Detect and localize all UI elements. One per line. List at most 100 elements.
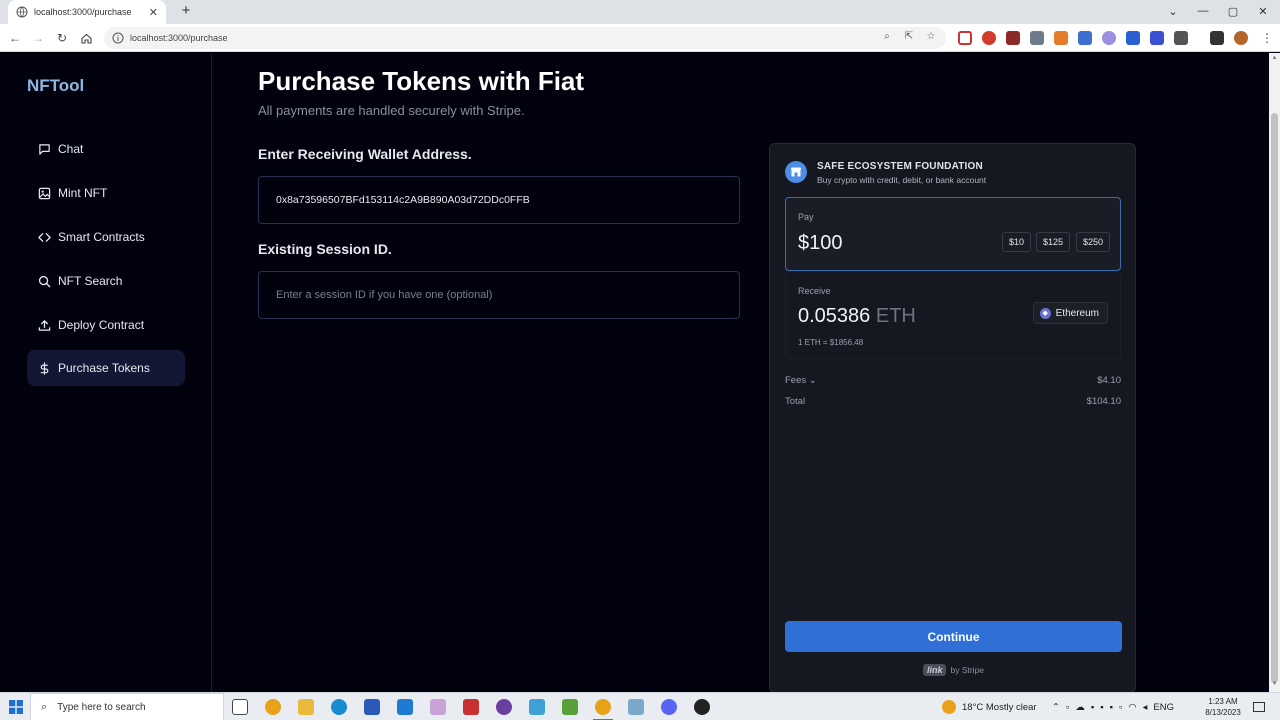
receive-label: Receive (798, 286, 831, 296)
fees-toggle[interactable]: Fees ⌄ (785, 375, 817, 386)
extension-icon[interactable] (958, 31, 972, 45)
more-menu-icon[interactable]: ⋮ (1258, 29, 1276, 47)
extension-icon[interactable] (1030, 31, 1044, 45)
session-id-input[interactable] (276, 289, 716, 301)
windows-start-icon[interactable] (9, 700, 23, 714)
back-icon[interactable]: ← (6, 29, 24, 47)
sidebar-item-deploy-contract[interactable]: Deploy Contract (27, 307, 185, 343)
ethereum-icon: ◆ (1039, 307, 1051, 319)
app-icon[interactable] (628, 699, 644, 715)
share-icon[interactable]: ⇱ (902, 31, 916, 42)
zoom-icon[interactable]: ⌕ (880, 31, 894, 42)
minimize-button[interactable]: — (1192, 2, 1214, 20)
app-icon[interactable] (430, 699, 446, 715)
main-content: Purchase Tokens with Fiat All payments a… (212, 53, 1269, 693)
taskbar-clock[interactable]: 1:23 AM 8/13/2023 (1198, 696, 1248, 718)
close-window-button[interactable]: ✕ (1252, 2, 1274, 20)
profile-avatar[interactable] (1234, 31, 1248, 45)
scroll-down-icon[interactable]: ▼ (1270, 681, 1279, 687)
forward-icon[interactable]: → (29, 29, 47, 47)
home-icon[interactable] (77, 29, 95, 47)
vscode-icon[interactable] (397, 699, 413, 715)
close-tab-icon[interactable]: ✕ (149, 6, 158, 19)
sidebar-item-label: Deploy Contract (58, 318, 145, 332)
word-icon[interactable] (364, 699, 380, 715)
chrome-icon[interactable] (265, 699, 281, 715)
discord-icon[interactable] (661, 699, 677, 715)
wifi-icon[interactable]: ◠ (1128, 702, 1136, 713)
side-panel-icon[interactable] (1210, 31, 1224, 45)
language-indicator[interactable]: ENG (1153, 702, 1174, 713)
pay-amount-box[interactable]: Pay $100 $10 $125 $250 (785, 197, 1121, 271)
maximize-button[interactable]: ▢ (1222, 2, 1244, 20)
bookmark-star-icon[interactable]: ☆ (924, 31, 938, 42)
extension-icon[interactable] (1126, 31, 1140, 45)
volume-icon[interactable]: ◂ (1143, 702, 1148, 713)
sidebar-item-label: NFT Search (58, 274, 123, 288)
session-id-field[interactable] (258, 271, 740, 319)
extension-icon[interactable] (1102, 31, 1116, 45)
receive-amount-value: 0.05386 (798, 305, 871, 327)
file-explorer-icon[interactable] (298, 699, 314, 715)
system-tray: ⌃ ▫ ☁ ▪ ▪ ▪ ▫ ◠ ◂ ENG (1052, 693, 1174, 720)
puzzle-icon[interactable] (1174, 31, 1188, 45)
wallet-address-value: 0x8a73596507BFd153114c2A9B890A03d72DDc0F… (276, 194, 530, 206)
taskbar-search[interactable]: ⌕ Type here to search (30, 693, 224, 720)
tab-search-icon[interactable]: ⌄ (1162, 2, 1184, 20)
address-bar[interactable]: localhost:3000/purchase ⌕ ⇱ ☆ (104, 27, 946, 49)
task-view-icon[interactable] (232, 699, 248, 715)
currency-select[interactable]: ◆ Ethereum (1032, 302, 1108, 324)
app-icon[interactable] (496, 699, 512, 715)
fees-value: $4.10 (1097, 375, 1121, 386)
extension-icon[interactable] (1006, 31, 1020, 45)
tray-icon[interactable]: ▫ (1119, 702, 1122, 713)
wallet-address-field[interactable]: 0x8a73596507BFd153114c2A9B890A03d72DDc0F… (258, 176, 740, 224)
chevron-up-icon[interactable]: ⌃ (1052, 702, 1060, 713)
weather-widget[interactable]: 18°C Mostly clear (942, 693, 1037, 720)
preset-250-button[interactable]: $250 (1076, 232, 1111, 252)
clock-date: 8/13/2023 (1205, 708, 1241, 717)
edge-icon[interactable] (331, 699, 347, 715)
app-icon[interactable] (463, 699, 479, 715)
reload-icon[interactable]: ↻ (53, 29, 71, 47)
site-info-icon[interactable] (112, 32, 124, 44)
browser-tab-strip: localhost:3000/purchase ✕ + ⌄ — ▢ ✕ (0, 0, 1280, 24)
chrome-active-icon[interactable] (593, 699, 613, 720)
pay-label: Pay (798, 212, 814, 222)
tab-title: localhost:3000/purchase (34, 7, 132, 17)
extension-icon[interactable] (982, 31, 996, 45)
sidebar-item-smart-contracts[interactable]: Smart Contracts (27, 219, 185, 255)
extension-icon[interactable] (1054, 31, 1068, 45)
sidebar-item-chat[interactable]: Chat (27, 131, 185, 167)
sidebar-item-mint-nft[interactable]: Mint NFT (27, 175, 185, 211)
app-icon[interactable] (562, 699, 578, 715)
slack-icon[interactable] (529, 699, 545, 715)
pay-amount[interactable]: $100 (798, 232, 843, 255)
brand-logo[interactable]: NFTool (27, 76, 84, 96)
powered-by-stripe[interactable]: link by Stripe (770, 664, 1137, 676)
sidebar-item-purchase-tokens[interactable]: Purchase Tokens (27, 350, 185, 386)
session-id-label: Existing Session ID. (258, 241, 392, 257)
continue-button[interactable]: Continue (785, 621, 1122, 652)
scrollbar-thumb[interactable] (1271, 113, 1278, 683)
browser-tab[interactable]: localhost:3000/purchase ✕ (8, 0, 166, 24)
receive-amount-unit: ETH (875, 305, 916, 327)
tray-icon[interactable]: ▪ (1110, 702, 1113, 713)
total-row: Total $104.10 (785, 396, 1121, 407)
powered-by-text: by Stripe (950, 665, 985, 675)
windows-taskbar: ⌕ Type here to search 18°C Mostly clear … (0, 692, 1280, 720)
cloud-icon[interactable]: ☁ (1075, 702, 1085, 713)
tray-icon[interactable]: ▫ (1066, 702, 1069, 713)
extension-icon[interactable] (1078, 31, 1092, 45)
preset-125-button[interactable]: $125 (1036, 232, 1071, 252)
sidebar-item-nft-search[interactable]: NFT Search (27, 263, 185, 299)
notification-icon[interactable] (1253, 693, 1265, 720)
extension-icon[interactable] (1150, 31, 1164, 45)
tray-icon[interactable]: ▪ (1091, 702, 1094, 713)
preset-10-button[interactable]: $10 (1002, 232, 1032, 252)
new-tab-button[interactable]: + (178, 3, 194, 19)
page-scrollbar[interactable]: ▲ ▼ (1269, 53, 1280, 692)
app-icon[interactable] (694, 699, 710, 715)
scroll-up-icon[interactable]: ▲ (1270, 55, 1279, 61)
tray-icon[interactable]: ▪ (1100, 702, 1103, 713)
